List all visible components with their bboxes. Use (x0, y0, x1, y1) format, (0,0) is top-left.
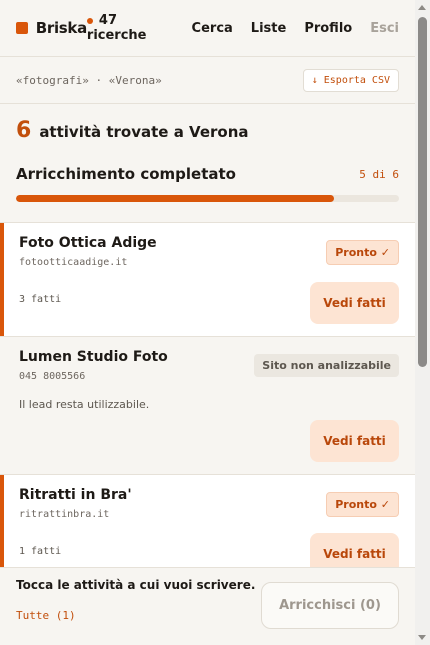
selection-hint: Tocca le attività a cui vuoi scrivere. (16, 578, 256, 592)
selection-footer: Tocca le attività a cui vuoi scrivere. T… (0, 567, 415, 645)
view-facts-button[interactable]: Vedi fatti (310, 282, 399, 324)
status-dot-icon (86, 17, 93, 24)
facts-count: 3 fatti (19, 294, 62, 305)
enrichment-title: Arricchimento completato (16, 165, 236, 183)
enrichment-progress-bar (16, 195, 399, 202)
export-csv-button[interactable]: ↓ Esporta CSV (302, 68, 399, 92)
results-count-number: 6 (16, 118, 32, 143)
lead-note: Il lead resta utilizzabile. (19, 398, 150, 411)
nav-esci[interactable]: Esci (370, 21, 399, 36)
brand-logo-icon (16, 22, 28, 34)
brand-name[interactable]: Briska (36, 19, 88, 37)
select-all-link[interactable]: Tutte (1) (16, 609, 76, 622)
nav-profilo[interactable]: Profilo (304, 21, 352, 36)
enrichment-count: 5 di 6 (359, 167, 399, 181)
facts-count: 1 fatti (19, 546, 62, 557)
result-card[interactable]: Foto Ottica Adige fotootticaadige.it Pro… (0, 223, 415, 337)
status-badge: Sito non analizzabile (254, 354, 399, 377)
results-list: Foto Ottica Adige fotootticaadige.it Pro… (0, 222, 415, 567)
top-nav-bar: Briska 47 ricerche Cerca Liste Profilo E… (0, 0, 415, 57)
enrichment-status: Arricchimento completato 5 di 6 (16, 165, 399, 183)
page-scrollbar[interactable] (415, 0, 430, 645)
breadcrumb: «fotografi» · «Verona» ↓ Esporta CSV (0, 57, 415, 104)
nav-liste[interactable]: Liste (251, 21, 287, 36)
search-count-label: 47 ricerche (86, 13, 147, 43)
scroll-up-arrow-icon[interactable] (418, 5, 426, 10)
result-card[interactable]: Lumen Studio Foto 045 8005566 Sito non a… (0, 337, 415, 475)
results-count: 6 attività trovate a Verona (16, 118, 399, 143)
result-card[interactable]: Ritratti in Bra' ritrattinbra.it Pronto … (0, 475, 415, 567)
main-nav: 47 ricerche Cerca Liste Profilo Esci (86, 13, 399, 43)
enrich-button[interactable]: Arricchisci (0) (261, 582, 399, 629)
status-badge: Pronto ✓ (326, 240, 399, 265)
view-facts-button[interactable]: Vedi fatti (310, 533, 399, 567)
scroll-down-arrow-icon[interactable] (418, 635, 426, 640)
enrichment-progress-fill (16, 195, 334, 202)
status-badge: Pronto ✓ (326, 492, 399, 517)
results-summary: 6 attività trovate a Verona Arricchiment… (0, 104, 415, 222)
search-query: «fotografi» · «Verona» (16, 73, 162, 87)
scroll-thumb[interactable] (418, 17, 427, 367)
search-count: 47 ricerche (86, 13, 174, 43)
view-facts-button[interactable]: Vedi fatti (310, 420, 399, 462)
results-count-label: attività trovate a Verona (39, 123, 249, 141)
nav-cerca[interactable]: Cerca (192, 21, 233, 36)
